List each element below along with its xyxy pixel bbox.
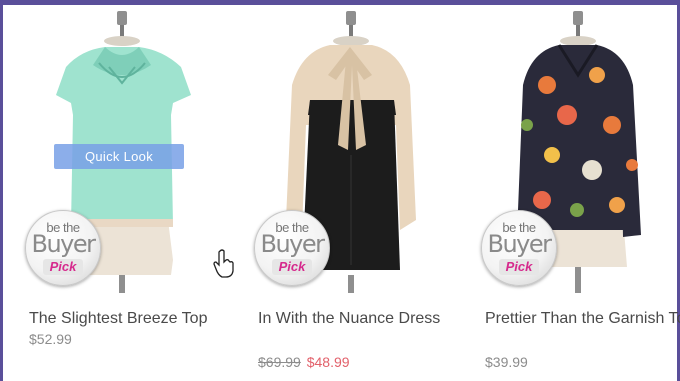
- hand-cursor-icon: [213, 249, 235, 279]
- product-price: $39.99: [485, 354, 528, 370]
- badge-pick: Pick: [272, 259, 312, 275]
- product-name[interactable]: The Slightest Breeze Top: [29, 307, 239, 330]
- buyer-pick-badge: be the Buyer Pick: [254, 210, 330, 286]
- product-card[interactable]: Quick Look be the Buyer Pick The Slighte…: [21, 5, 236, 381]
- product-price: $69.99 $48.99: [258, 354, 350, 370]
- badge-line2: Buyer: [31, 230, 96, 258]
- sale-price: $48.99: [306, 354, 350, 370]
- original-price: $69.99: [258, 354, 301, 370]
- badge-line2: Buyer: [260, 230, 325, 258]
- product-card[interactable]: be the Buyer Pick In With the Nuance Dre…: [250, 5, 465, 381]
- badge-pick: Pick: [499, 259, 539, 275]
- quick-look-button[interactable]: Quick Look: [54, 144, 184, 169]
- product-price: $52.99: [29, 331, 72, 347]
- product-card[interactable]: be the Buyer Pick Prettier Than the Garn…: [477, 5, 680, 381]
- buyer-pick-badge: be the Buyer Pick: [481, 210, 557, 286]
- buyer-pick-badge: be the Buyer Pick: [25, 210, 101, 286]
- product-name[interactable]: In With the Nuance Dress: [258, 307, 468, 330]
- product-grid: Quick Look be the Buyer Pick The Slighte…: [3, 5, 680, 381]
- product-name[interactable]: Prettier Than the Garnish Top: [485, 307, 680, 330]
- badge-line2: Buyer: [487, 230, 552, 258]
- badge-pick: Pick: [43, 259, 83, 275]
